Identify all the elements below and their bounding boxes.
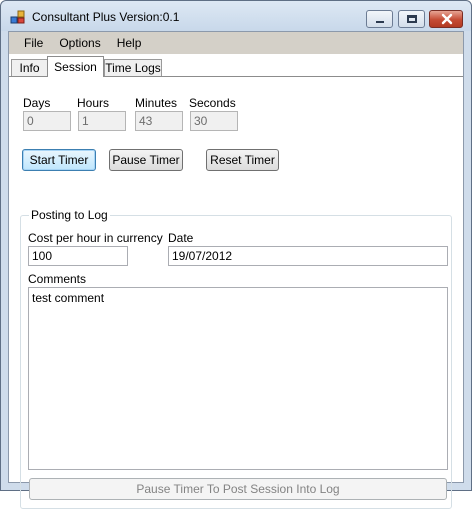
comments-field[interactable]: test comment	[28, 287, 448, 470]
minimize-button[interactable]	[366, 10, 393, 28]
seconds-field: 30	[190, 111, 238, 131]
session-tab-page: Days Hours Minutes Seconds 0 1 43 30 Sta…	[9, 76, 463, 509]
hours-field: 1	[78, 111, 126, 131]
post-session-button[interactable]: Pause Timer To Post Session Into Log	[29, 478, 447, 500]
minimize-icon	[376, 21, 384, 23]
title-bar[interactable]: Consultant Plus Version:0.1	[1, 1, 471, 31]
seconds-label: Seconds	[189, 96, 236, 110]
hours-label: Hours	[77, 96, 110, 110]
app-icon	[10, 10, 25, 24]
posting-group: Posting to Log Cost per hour in currency…	[20, 208, 452, 509]
days-field: 0	[23, 111, 71, 131]
pause-timer-button[interactable]: Pause Timer	[109, 149, 183, 171]
menu-help[interactable]: Help	[109, 32, 150, 54]
reset-timer-button[interactable]: Reset Timer	[206, 149, 279, 171]
start-timer-button[interactable]: Start Timer	[22, 149, 96, 171]
menu-file[interactable]: File	[16, 32, 51, 54]
minutes-label: Minutes	[135, 96, 178, 110]
comments-label: Comments	[28, 272, 87, 286]
menu-bar: File Options Help	[9, 32, 463, 54]
maximize-button[interactable]	[398, 10, 425, 28]
close-icon	[441, 13, 453, 25]
close-button[interactable]	[429, 10, 463, 28]
date-label: Date	[168, 231, 194, 245]
minutes-field: 43	[135, 111, 183, 131]
days-label: Days	[23, 96, 51, 110]
app-window: Consultant Plus Version:0.1 File Options…	[0, 0, 472, 509]
date-field[interactable]: 19/07/2012	[168, 246, 448, 266]
client-area: File Options Help Info Session Time Logs…	[8, 31, 464, 509]
cost-label: Cost per hour in currency	[28, 231, 163, 245]
posting-group-title: Posting to Log	[29, 208, 110, 222]
window-title: Consultant Plus Version:0.1	[32, 10, 180, 24]
tab-info[interactable]: Info	[11, 59, 48, 77]
cost-field[interactable]: 100	[28, 246, 128, 266]
maximize-icon	[407, 15, 417, 23]
tab-strip: Info Session Time Logs	[9, 56, 463, 77]
tab-session[interactable]: Session	[47, 56, 104, 77]
tab-time-logs[interactable]: Time Logs	[104, 59, 162, 77]
menu-options[interactable]: Options	[51, 32, 108, 54]
